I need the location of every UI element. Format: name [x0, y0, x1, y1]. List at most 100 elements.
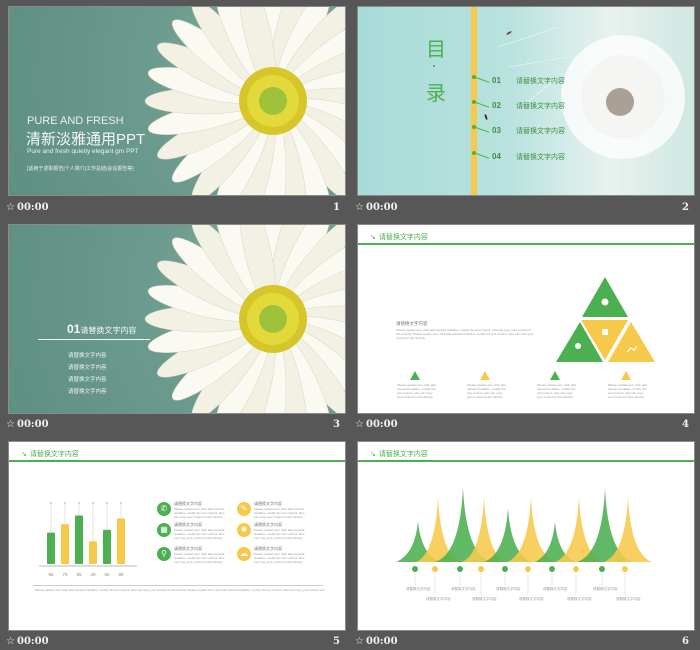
bar-label: 40: [90, 572, 96, 577]
slide-timing: 00:00: [366, 636, 398, 647]
star-icon[interactable]: ☆: [355, 636, 364, 647]
location-pin-icon: ⚲: [157, 547, 171, 561]
toc-number: 04: [492, 152, 501, 161]
slide-footer-2: ☆ 00:00 2: [355, 202, 693, 216]
slide-footer-1: ☆ 00:00 1: [6, 202, 344, 216]
slide-footer-6: ☆ 00:00 6: [355, 636, 693, 650]
phone-icon: ✆: [157, 502, 171, 516]
slide-thumbnail-3[interactable]: 01请替换文字内容 请替换文字内容 请替换文字内容 请替换文字内容 请替换文字内…: [8, 224, 346, 414]
slide-timing: 00:00: [17, 636, 49, 647]
slide-thumbnail-2[interactable]: 目 · 录 01 请替换文字内容 02 请替换文字内容 03 请替换文字内容 0…: [357, 6, 695, 196]
item-body: Please replace text, click add relevant …: [174, 507, 225, 519]
bar-stem-dot: [92, 502, 94, 504]
marker-dot: [549, 566, 555, 572]
point-text: Please replace text, click add relevant …: [467, 383, 506, 399]
toc-number: 03: [492, 126, 501, 135]
slide-timing: 00:00: [366, 202, 398, 213]
slide-footer-4: ☆ 00:00 4: [355, 419, 693, 433]
marker-label: 请替换文字内容: [616, 597, 641, 601]
bar-stem-dot: [64, 502, 66, 504]
slide-number: 5: [333, 636, 340, 647]
item-body: Please replace text, click add relevant …: [254, 552, 305, 564]
bar: [47, 532, 55, 564]
marker-dot: [599, 566, 605, 572]
star-icon[interactable]: ☆: [355, 202, 364, 213]
text-title: 请替换文字内容: [396, 321, 428, 326]
section-title: 请替换文字内容: [80, 326, 137, 335]
divider: [33, 585, 323, 586]
spike-chart: [396, 487, 652, 596]
marker-label: 请替换文字内容: [496, 587, 521, 591]
toc-number: 01: [492, 76, 501, 85]
toc-item-label[interactable]: 请替换文字内容: [516, 76, 565, 86]
star-icon[interactable]: ☆: [6, 636, 15, 647]
toc-item-label[interactable]: 请替换文字内容: [516, 152, 565, 162]
marker-dot: [432, 566, 438, 572]
lightbulb-bubble-icon: ✎: [237, 502, 251, 516]
marker-dot: [478, 566, 484, 572]
section-item: 请替换文字内容: [68, 389, 107, 395]
bar-label: 80: [118, 572, 124, 577]
marker-dot: [502, 566, 508, 572]
toc-number: 02: [492, 101, 501, 110]
slide-thumbnail-4[interactable]: ↘ 请替换文字内容 请替换文字内容 Please replace text, cl…: [357, 224, 695, 414]
point-text: Please replace text, click add relevant …: [608, 383, 647, 399]
bar-label: 60: [104, 572, 110, 577]
toc-item-label[interactable]: 请替换文字内容: [516, 126, 565, 136]
marker-label: 请替换文字内容: [543, 587, 568, 591]
marker-label: 请替换文字内容: [406, 587, 431, 591]
footer-text: Please replace text, click add relevant …: [35, 588, 325, 592]
slide-timing: 00:00: [17, 419, 49, 430]
slide-thumbnail-6[interactable]: ↘ 请替换文字内容 请替换文字内容 请替换文字内容 请替换文字内容 请替换文字内容 请替换…: [357, 441, 695, 631]
bar: [61, 524, 69, 564]
item-body: Please replace text, click add relevant …: [254, 507, 305, 519]
point-text: Please replace text, click add relevant …: [537, 383, 576, 399]
bar-label: 70: [62, 572, 68, 577]
bar-stem-dot: [50, 502, 52, 504]
daisy-image: [144, 225, 345, 413]
divider: [38, 339, 150, 340]
bar: [89, 541, 97, 564]
slide-number: 4: [682, 419, 689, 430]
bar: [75, 515, 83, 564]
toc-item-label[interactable]: 请替换文字内容: [516, 101, 565, 111]
slide-number: 2: [682, 202, 689, 213]
slide-thumbnail-5[interactable]: ↘ 请替换文字内容 55 70 85 40 60 80 ✆ 请替换文字内容 Please r…: [8, 441, 346, 631]
title-en: PURE AND FRESH: [27, 115, 124, 127]
title-cn: 清新淡雅通用PPT: [26, 131, 146, 148]
tagline: [适用于述职报告|个人简介|工作总结|会议报告等]: [27, 166, 134, 172]
slide-timing: 00:00: [17, 202, 49, 213]
bar-stem-dot: [120, 502, 122, 504]
marker-label: 请替换文字内容: [426, 597, 451, 601]
bar-stem-dot: [78, 502, 80, 504]
section-item: 请替换文字内容: [68, 377, 107, 383]
marker-dot: [622, 566, 628, 572]
marker-label: 请替换文字内容: [567, 597, 592, 601]
item-body: Please replace text, click add relevant …: [174, 528, 225, 540]
star-icon[interactable]: ☆: [6, 202, 15, 213]
bar-stem-dot: [106, 502, 108, 504]
slide-number: 1: [333, 202, 340, 213]
item-body: Please replace text, click add relevant …: [254, 528, 305, 540]
section-number: 01: [67, 322, 81, 336]
section-item: 请替换文字内容: [68, 365, 107, 371]
marker-label: 请替换文字内容: [593, 587, 618, 591]
marker-dot: [412, 566, 418, 572]
toc-dot: ·: [431, 55, 437, 75]
marker-dot: [457, 566, 463, 572]
point-text: Please replace text, click add relevant …: [397, 383, 436, 399]
slide-number: 6: [682, 636, 689, 647]
slide-thumbnail-1[interactable]: PURE AND FRESH 清新淡雅通用PPT Pure and fresh …: [8, 6, 346, 196]
slide-footer-3: ☆ 00:00 3: [6, 419, 344, 433]
section-item: 请替换文字内容: [68, 353, 107, 359]
toc-title-2: 录: [426, 83, 446, 105]
bar-label: 55: [48, 572, 54, 577]
bar-label: 85: [76, 572, 82, 577]
bar: [103, 529, 111, 564]
star-icon[interactable]: ☆: [6, 419, 15, 430]
marker-dot: [525, 566, 531, 572]
subtitle: Pure and fresh quietly elegant gm PPT: [27, 148, 139, 155]
slide-timing: 00:00: [366, 419, 398, 430]
lightbulb-icon: ✺: [237, 523, 251, 537]
star-icon[interactable]: ☆: [355, 419, 364, 430]
